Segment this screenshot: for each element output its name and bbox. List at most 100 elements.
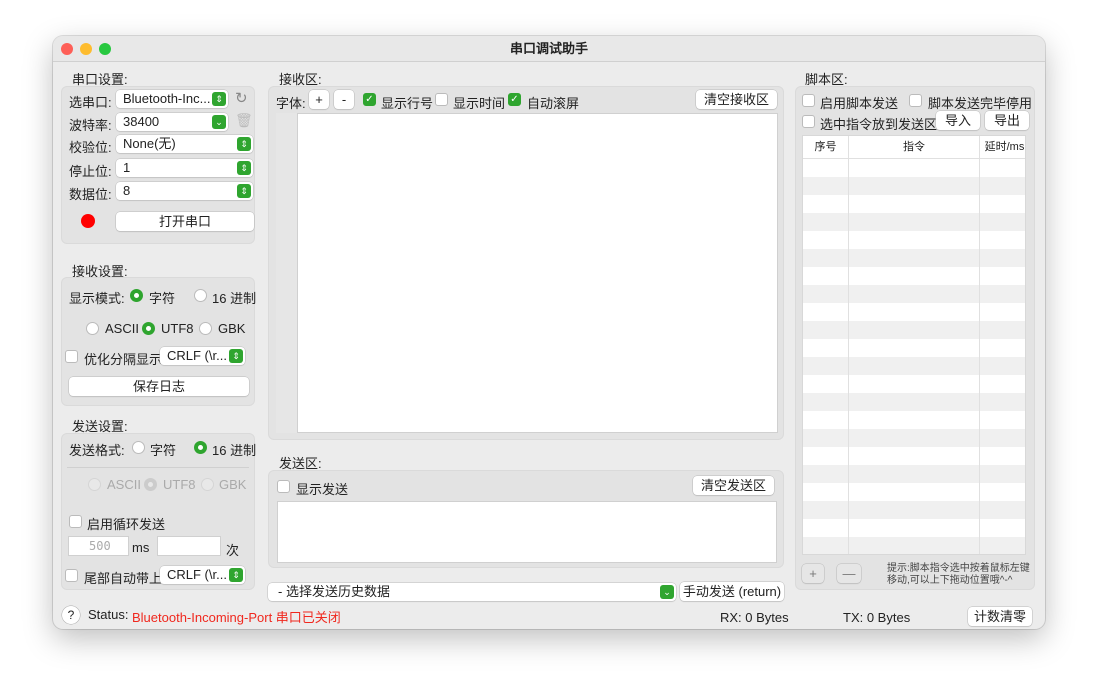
optimize-checkbox[interactable]	[65, 350, 78, 363]
tail-value: CRLF (\r...	[167, 567, 227, 582]
mode-char-label: 字符	[149, 291, 176, 306]
to-send-checkbox[interactable]	[802, 115, 815, 128]
recv-ascii-label: ASCII	[105, 321, 139, 336]
history-select[interactable]: - 选择发送历史数据 ⌄	[268, 583, 676, 601]
baud-value: 38400	[123, 114, 160, 129]
mode-hex-radio[interactable]	[194, 289, 207, 302]
save-log-button[interactable]: 保存日志	[69, 377, 249, 396]
baud-label: 波特率:	[69, 118, 112, 133]
table-header: 序号 指令 延时/ms	[803, 136, 1025, 159]
import-button[interactable]: 导入	[936, 111, 980, 130]
send-utf8-label: UTF8	[163, 477, 196, 492]
show-send-checkbox[interactable]	[277, 480, 290, 493]
times-input[interactable]	[157, 536, 221, 556]
history-value: - 选择发送历史数据	[278, 584, 390, 599]
reset-counter-button[interactable]: 计数清零	[968, 607, 1032, 626]
show-time-label: 显示时间	[453, 96, 506, 111]
send-textarea[interactable]	[277, 501, 777, 563]
mode-char-radio[interactable]	[130, 289, 143, 302]
enable-script-checkbox[interactable]	[802, 94, 815, 107]
column-command[interactable]: 指令	[848, 136, 979, 159]
stop-select[interactable]: 1 ⇕	[116, 159, 253, 177]
main-window: 串口调试助手 串口设置: 选串口: Bluetooth-Inc... ⇕ ↻ 波特…	[53, 36, 1045, 629]
clear-send-button[interactable]: 清空发送区	[693, 476, 774, 495]
loop-send-label: 启用循环发送	[87, 517, 166, 532]
optimize-label: 优化分隔显示	[84, 352, 163, 367]
font-decrease-button[interactable]: -	[334, 90, 354, 109]
refresh-icon[interactable]: ↻	[235, 89, 248, 107]
manual-send-button[interactable]: 手动发送 (return)	[680, 582, 784, 601]
updown-icon: ⇕	[229, 349, 243, 363]
mode-hex-label: 16 进制	[212, 291, 257, 306]
zoom-window-button[interactable]	[99, 43, 111, 55]
baud-select[interactable]: 38400 ⌄	[116, 113, 228, 131]
recv-utf8-radio[interactable]	[142, 322, 155, 335]
updown-icon: ⇕	[237, 161, 251, 175]
to-send-label: 选中指令放到发送区	[820, 117, 938, 132]
tail-label: 尾部自动带上	[84, 571, 163, 586]
enable-script-label: 启用脚本发送	[820, 96, 899, 111]
show-line-label: 显示行号	[381, 96, 434, 111]
parity-value: None(无)	[123, 136, 176, 151]
send-char-label: 字符	[150, 443, 177, 458]
updown-icon: ⇕	[237, 137, 251, 151]
display-mode-label: 显示模式:	[69, 291, 125, 306]
script-table[interactable]: 序号 指令 延时/ms	[802, 135, 1026, 555]
send-ascii-radio[interactable]	[88, 478, 101, 491]
tail-checkbox[interactable]	[65, 569, 78, 582]
tx-counter: TX: 0 Bytes	[843, 610, 911, 625]
close-window-button[interactable]	[61, 43, 73, 55]
auto-scroll-checkbox[interactable]: ✓	[508, 93, 521, 106]
divider	[67, 467, 249, 468]
data-value: 8	[123, 183, 131, 198]
column-divider	[979, 159, 980, 554]
interval-input[interactable]: 500	[68, 536, 129, 556]
show-send-label: 显示发送	[296, 482, 349, 497]
disable-after-checkbox[interactable]	[909, 94, 922, 107]
recv-ascii-radio[interactable]	[86, 322, 99, 335]
recv-gbk-radio[interactable]	[199, 322, 212, 335]
port-value: Bluetooth-Inc...	[123, 91, 211, 106]
ms-label: ms	[132, 540, 150, 555]
export-button[interactable]: 导出	[985, 111, 1029, 130]
help-button[interactable]: ?	[62, 606, 80, 624]
show-line-checkbox[interactable]: ✓	[363, 93, 376, 106]
remove-row-button[interactable]: —	[837, 564, 861, 583]
recv-gbk-label: GBK	[218, 321, 246, 336]
send-utf8-radio[interactable]	[144, 478, 157, 491]
send-char-radio[interactable]	[132, 441, 145, 454]
font-label: 字体:	[276, 96, 306, 111]
minimize-window-button[interactable]	[80, 43, 92, 55]
tail-select[interactable]: CRLF (\r... ⇕	[160, 566, 245, 584]
status-indicator	[81, 214, 95, 228]
port-select[interactable]: Bluetooth-Inc... ⇕	[116, 90, 228, 108]
chevron-down-icon: ⌄	[660, 585, 674, 599]
status-message: Bluetooth-Incoming-Port 串口已关闭	[132, 610, 341, 625]
column-delay[interactable]: 延时/ms	[979, 136, 1025, 159]
send-hex-radio[interactable]	[194, 441, 207, 454]
add-row-button[interactable]: +	[802, 564, 824, 583]
auto-scroll-label: 自动滚屏	[527, 96, 580, 111]
send-gbk-radio[interactable]	[201, 478, 214, 491]
parity-label: 校验位:	[69, 140, 112, 155]
optimize-select[interactable]: CRLF (\r... ⇕	[160, 347, 245, 365]
receive-textarea[interactable]	[297, 113, 778, 433]
font-increase-button[interactable]: +	[309, 90, 329, 109]
updown-icon: ⇕	[212, 92, 226, 106]
stop-value: 1	[123, 160, 131, 175]
port-label: 选串口:	[69, 95, 112, 110]
data-label: 数据位:	[69, 187, 112, 202]
script-hint: 提示:脚本指令选中按着鼠标左键移动,可以上下拖动位置哦^-^	[887, 563, 1030, 586]
clear-receive-button[interactable]: 清空接收区	[696, 90, 777, 109]
parity-select[interactable]: None(无) ⇕	[116, 135, 253, 153]
show-time-checkbox[interactable]	[435, 93, 448, 106]
loop-send-checkbox[interactable]	[69, 515, 82, 528]
send-format-label: 发送格式:	[69, 443, 125, 458]
column-index[interactable]: 序号	[803, 136, 848, 159]
send-gbk-label: GBK	[219, 477, 247, 492]
chevron-down-icon: ⌄	[212, 115, 226, 129]
updown-icon: ⇕	[237, 184, 251, 198]
data-select[interactable]: 8 ⇕	[116, 182, 253, 200]
trash-icon[interactable]: 🗑	[235, 112, 253, 129]
open-port-button[interactable]: 打开串口	[116, 212, 254, 231]
